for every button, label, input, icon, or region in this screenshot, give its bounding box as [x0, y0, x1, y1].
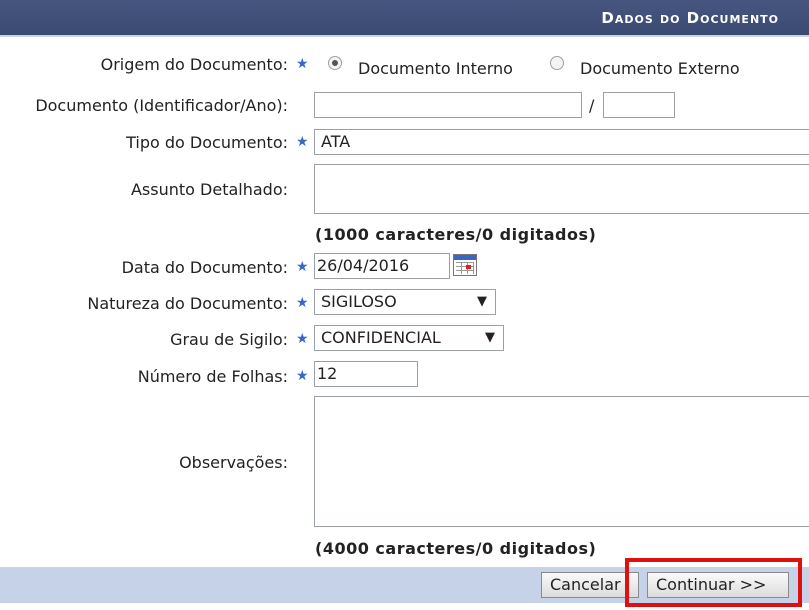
required-star-icon: ★	[296, 56, 309, 72]
natureza-selected-value: SIGILOSO	[321, 292, 397, 311]
data-label: Data do Documento:	[121, 258, 288, 277]
sigilo-select[interactable]: CONFIDENCIAL ▼	[314, 325, 504, 351]
tipo-input[interactable]: ATA	[314, 129, 809, 155]
natureza-select[interactable]: SIGILOSO ▼	[314, 289, 496, 315]
calendar-icon[interactable]	[453, 254, 477, 276]
radio-documento-externo[interactable]	[550, 56, 564, 70]
origem-label: Origem do Documento:	[100, 55, 288, 74]
identificador-separator: /	[589, 96, 595, 115]
section-title: Dados do Documento	[601, 9, 779, 27]
folhas-label: Número de Folhas:	[137, 367, 288, 386]
folhas-input[interactable]: 12	[314, 361, 418, 387]
assunto-textarea[interactable]	[314, 164, 809, 214]
observacoes-textarea[interactable]	[314, 396, 809, 527]
dropdown-arrow-icon: ▼	[477, 294, 487, 309]
required-star-icon: ★	[296, 368, 309, 384]
radio-documento-interno[interactable]	[328, 56, 342, 70]
identificador-year-input[interactable]	[603, 92, 675, 118]
identificador-number-input[interactable]	[314, 92, 582, 118]
observacoes-char-counter: (4000 caracteres/0 digitados)	[315, 539, 597, 558]
data-input[interactable]: 26/04/2016	[314, 253, 450, 279]
observacoes-label: Observações:	[179, 453, 288, 472]
required-star-icon: ★	[296, 331, 309, 347]
natureza-label: Natureza do Documento:	[87, 294, 288, 313]
identificador-label: Documento (Identificador/Ano):	[35, 96, 288, 115]
continue-highlight-box	[625, 558, 802, 607]
sigilo-label: Grau de Sigilo:	[170, 330, 288, 349]
sigilo-selected-value: CONFIDENCIAL	[321, 328, 441, 347]
section-header: Dados do Documento	[0, 0, 809, 37]
radio-documento-externo-label[interactable]: Documento Externo	[580, 59, 740, 78]
tipo-label: Tipo do Documento:	[126, 133, 288, 152]
assunto-label: Assunto Detalhado:	[130, 180, 288, 199]
required-star-icon: ★	[296, 134, 309, 150]
dropdown-arrow-icon: ▼	[485, 330, 495, 345]
radio-documento-interno-label[interactable]: Documento Interno	[358, 59, 513, 78]
required-star-icon: ★	[296, 295, 309, 311]
assunto-char-counter: (1000 caracteres/0 digitados)	[315, 225, 597, 244]
required-star-icon: ★	[296, 259, 309, 275]
